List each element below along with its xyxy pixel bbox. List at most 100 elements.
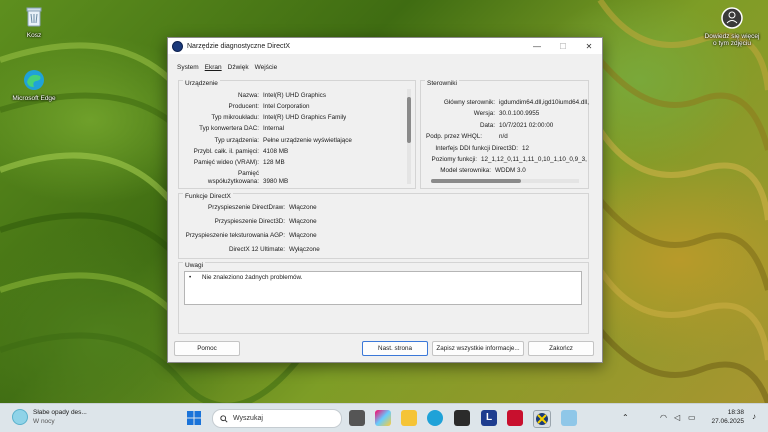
snipping-tool-icon[interactable] — [561, 410, 577, 426]
features-group-title: Funkcje DirectX — [183, 193, 233, 200]
feature-key: Przyspieszenie Direct3D: — [214, 218, 285, 225]
driver-value: n/d — [499, 133, 508, 140]
dxdiag-taskbar-icon[interactable] — [533, 410, 551, 428]
driver-row: Główny sterownik: igdumdim64.dll,igd10ium… — [421, 99, 589, 107]
recycle-bin-icon — [22, 5, 46, 29]
exit-button[interactable]: Zakończ — [528, 341, 594, 356]
directx-features-group: Funkcje DirectX Przyspieszenie DirectDra… — [178, 193, 589, 259]
tab-bar: System Ekran Dźwięk Wejście — [176, 63, 278, 72]
device-key: Pamięć — [238, 170, 259, 177]
device-row: współużytkowana: 3980 MB — [179, 178, 288, 186]
driver-key: Wersja: — [473, 110, 495, 117]
desktop-icon-label: Dowiedz się więcej o tym zdjęciu — [704, 33, 760, 47]
driver-key: Interfejs DDI funkcji Direct3D: — [435, 145, 518, 152]
device-value: Intel Corporation — [263, 103, 310, 110]
device-key: współużytkowana: — [207, 178, 259, 185]
notes-bullet: • — [189, 274, 192, 281]
scrollbar-thumb[interactable] — [431, 179, 521, 183]
desktop-icon-learn-more[interactable]: Dowiedz się więcej o tym zdjęciu — [702, 6, 762, 47]
search-icon — [220, 414, 228, 423]
drivers-group-title: Sterowniki — [425, 80, 459, 87]
weather-icon — [12, 409, 28, 425]
copilot-icon[interactable] — [375, 410, 391, 426]
device-key: Przybl. całk. il. pamięci: — [193, 148, 259, 155]
edge-taskbar-icon[interactable] — [427, 410, 443, 426]
windows-start-icon[interactable] — [186, 410, 202, 426]
scrollbar-thumb[interactable] — [407, 97, 411, 143]
device-key: Producent: — [228, 103, 259, 110]
mcafee-icon[interactable] — [507, 410, 523, 426]
tray-chevron-icon[interactable]: ⌃ — [622, 413, 629, 422]
tab-input[interactable]: Wejście — [254, 63, 279, 72]
device-group: Urządzenie Nazwa: Intel(R) UHD Graphics P… — [178, 80, 416, 189]
feature-row: Przyspieszenie DirectDraw: Włączone — [179, 204, 317, 212]
device-group-title: Urządzenie — [183, 80, 220, 87]
desktop-icon-label: Kosz — [26, 32, 42, 39]
device-key: Typ urządzenia: — [214, 137, 259, 144]
device-key: Typ konwertera DAC: — [199, 125, 259, 132]
device-value: 128 MB — [263, 159, 285, 166]
feature-value: Włączone — [289, 218, 317, 225]
device-value: 4108 MB — [263, 148, 289, 155]
driver-row: Poziomy funkcji: 12_1,12_0,11_1,11_0,10_1… — [421, 156, 588, 164]
task-view-icon[interactable] — [349, 410, 365, 426]
device-value: Pełne urządzenie wyświetlające — [263, 137, 352, 144]
weather-widget[interactable]: Słabe opady des... W nocy — [12, 408, 87, 426]
notes-text: Nie znaleziono żadnych problemów. — [202, 274, 303, 281]
taskbar-search-box[interactable]: Wyszukaj — [212, 409, 342, 428]
save-all-info-button[interactable]: Zapisz wszystkie informacje... — [432, 341, 524, 356]
driver-value: 30.0.100.9955 — [499, 110, 540, 117]
desktop-icon-label: Microsoft Edge — [12, 95, 56, 102]
taskbar-clock[interactable]: 18:38 27.06.2025 — [704, 408, 744, 426]
feature-value: Wyłączone — [289, 246, 320, 253]
minimize-button[interactable]: — — [524, 38, 550, 54]
l-app-icon[interactable]: L — [481, 410, 497, 426]
clock-time: 18:38 — [727, 409, 744, 416]
store-icon[interactable] — [454, 410, 470, 426]
device-value: Intel(R) UHD Graphics Family — [263, 114, 347, 121]
feature-key: Przyspieszenie teksturowania AGP: — [185, 232, 285, 239]
driver-row: Interfejs DDI funkcji Direct3D: 12 — [421, 145, 529, 153]
battery-icon[interactable]: ▭ — [688, 413, 696, 422]
driver-value: 10/7/2021 02:00:00 — [499, 122, 554, 129]
tab-system[interactable]: System — [176, 63, 200, 72]
tab-display[interactable]: Ekran — [204, 63, 223, 72]
desktop-icon-recycle-bin[interactable]: Kosz — [4, 5, 64, 39]
desktop-icon-edge[interactable]: Microsoft Edge — [4, 68, 64, 102]
driver-value: igdumdim64.dll,igd10iumd64.dll,ig — [499, 99, 589, 106]
feature-key: DirectX 12 Ultimate: — [229, 246, 285, 253]
weather-line2: W nocy — [33, 418, 55, 425]
clock-date: 27.06.2025 — [711, 418, 744, 425]
edge-icon — [22, 68, 46, 92]
next-page-button[interactable]: Nast. strona — [362, 341, 428, 356]
dxdiag-app-icon — [172, 40, 183, 52]
close-button[interactable]: ✕ — [576, 38, 602, 54]
file-explorer-icon[interactable] — [401, 410, 417, 426]
device-row: Producent: Intel Corporation — [179, 103, 310, 111]
device-row: Pamięć wideo (VRAM): 128 MB — [179, 159, 285, 167]
device-value: 3980 MB — [263, 178, 289, 185]
device-scrollbar[interactable] — [407, 89, 411, 184]
feature-value: Włączone — [289, 232, 317, 239]
device-row: Typ urządzenia: Pełne urządzenie wyświetl… — [179, 137, 352, 145]
window-titlebar[interactable]: Narzędzie diagnostyczne DirectX — ☐ ✕ — [168, 38, 602, 54]
drivers-hscrollbar[interactable] — [431, 179, 579, 183]
notification-bell-icon[interactable]: ♪ — [752, 412, 756, 421]
driver-value: 12 — [522, 145, 530, 152]
feature-row: DirectX 12 Ultimate: Wyłączone — [179, 246, 320, 254]
maximize-button[interactable]: ☐ — [550, 38, 576, 54]
driver-row: Wersja: 30.0.100.9955 — [421, 110, 540, 118]
feature-value: Włączone — [289, 204, 317, 211]
wifi-icon[interactable]: ◠ — [660, 413, 667, 422]
device-value: Internal — [263, 125, 285, 132]
search-label: Wyszukaj — [233, 415, 263, 422]
notes-textbox[interactable]: • Nie znaleziono żadnych problemów. — [184, 271, 582, 305]
help-button[interactable]: Pomoc — [174, 341, 240, 356]
weather-line1: Słabe opady des... — [33, 409, 87, 416]
driver-key: Podp. przez WHQL: — [426, 133, 482, 140]
tab-sound[interactable]: Dźwięk — [227, 63, 250, 72]
driver-value: 12_1,12_0,11_1,11_0,10_1,10_0,9_3, — [481, 156, 587, 163]
driver-key: Poziomy funkcji: — [431, 156, 478, 163]
driver-key: Główny sterownik: — [443, 99, 495, 106]
volume-icon[interactable]: ◁ — [674, 413, 680, 422]
